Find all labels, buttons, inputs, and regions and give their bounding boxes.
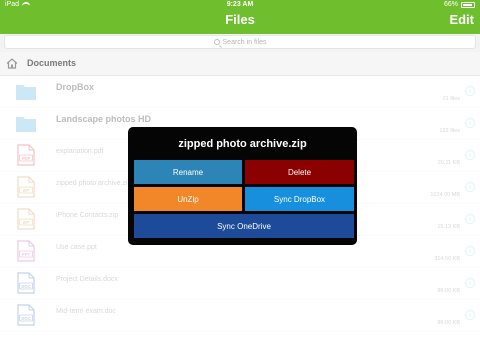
sync-dropbox-button[interactable]: Sync DropBox (245, 187, 354, 211)
breadcrumb-current: Documents (27, 58, 77, 68)
search-input[interactable]: Search in files (4, 35, 476, 49)
battery-percent: 66% (443, 1, 458, 8)
delete-button[interactable]: Delete (245, 160, 354, 184)
status-bar: iPad 9:23 AM 66% (0, 0, 480, 10)
breadcrumb: Documents (0, 52, 480, 76)
page-title: Files (225, 12, 255, 27)
home-icon[interactable] (6, 58, 18, 69)
navigation-bar: iPad 9:23 AM 66% Files Edit (0, 0, 480, 34)
edit-button[interactable]: Edit (449, 12, 474, 27)
clock: 9:23 AM (226, 1, 254, 8)
battery-icon (461, 1, 475, 8)
search-placeholder: Search in files (222, 38, 267, 46)
popup-title: zipped photo archive.zip (178, 138, 307, 150)
search-bar: Search in files (0, 34, 480, 52)
rename-button[interactable]: Rename (134, 160, 242, 184)
unzip-button[interactable]: UnZip (134, 187, 242, 211)
search-icon (213, 39, 220, 45)
file-actions-popup: zipped photo archive.zip Rename Delete U… (128, 127, 357, 245)
sync-onedrive-button[interactable]: Sync OneDrive (134, 214, 354, 238)
